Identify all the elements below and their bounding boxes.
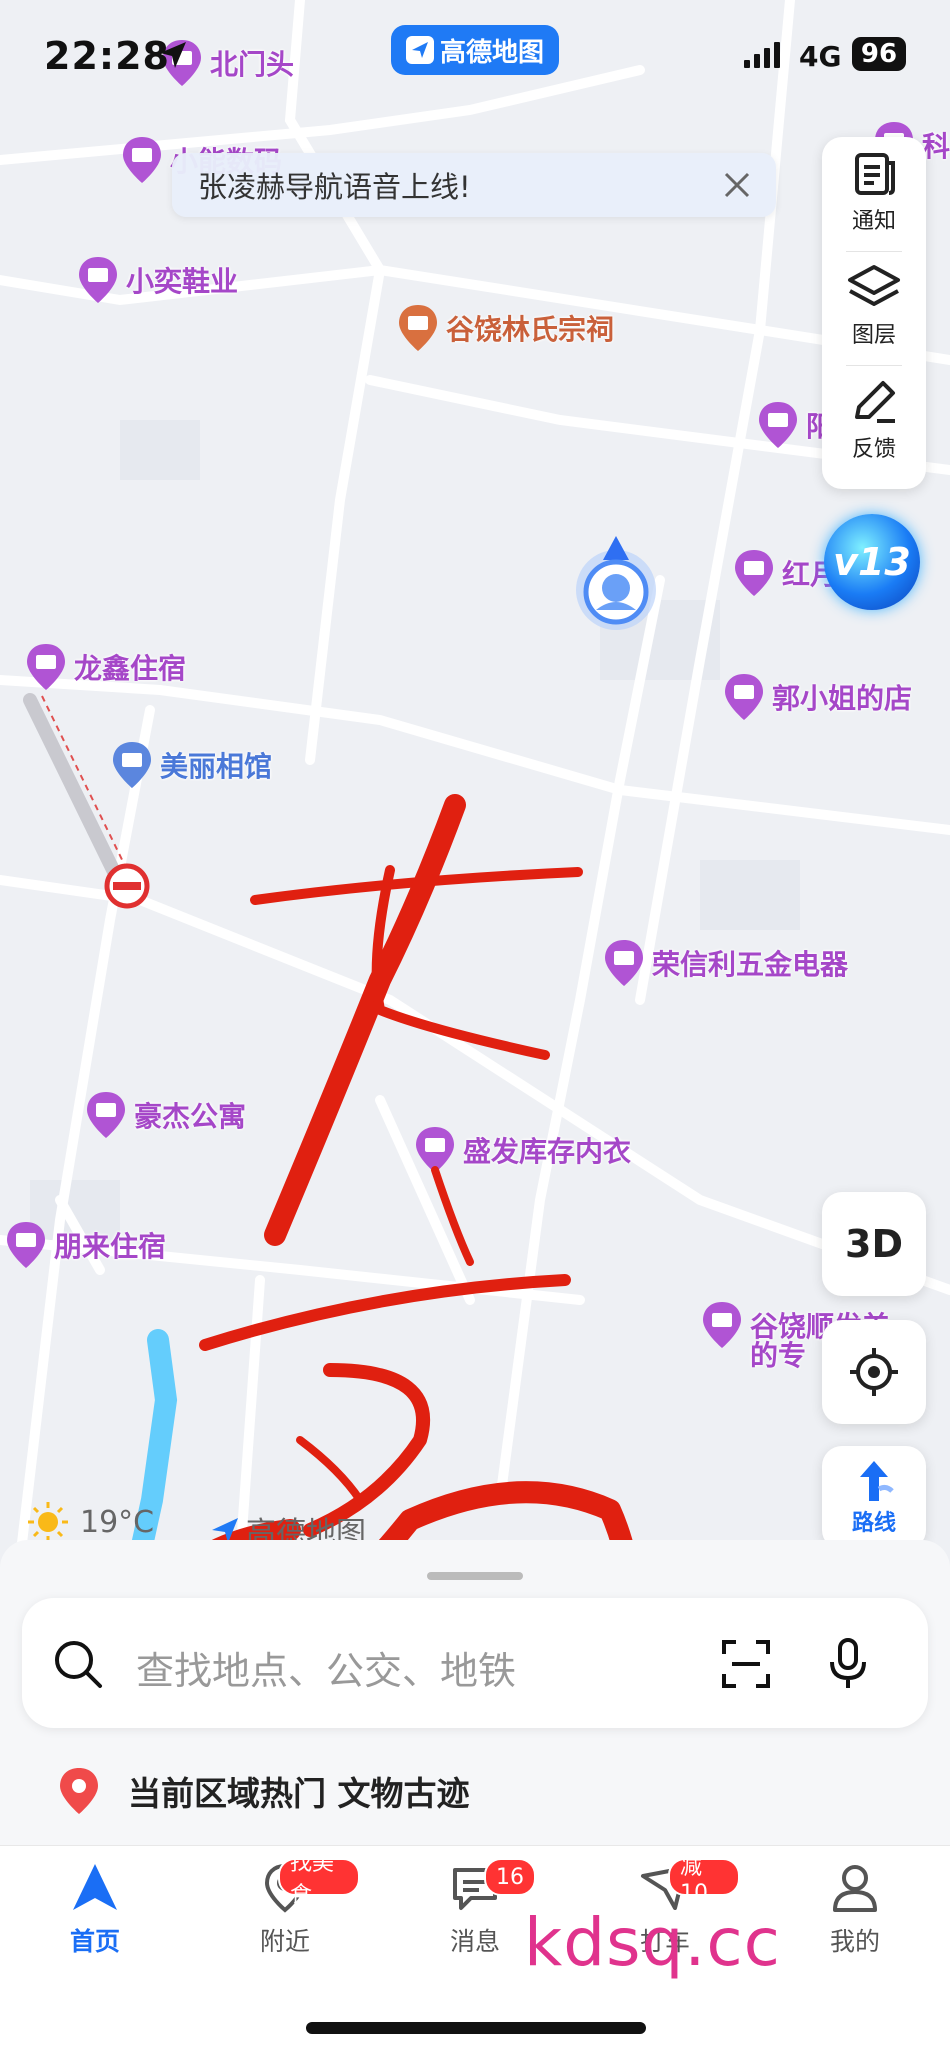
status-bar: 22:28 高德地图 4G 96 (0, 0, 950, 110)
tab-home[interactable]: 首页 (20, 1860, 170, 1958)
microphone-icon[interactable] (822, 1636, 874, 1692)
scan-icon[interactable] (720, 1638, 772, 1690)
profile-icon (833, 1865, 877, 1912)
tab-nearby-label: 附近 (259, 1927, 310, 1956)
weather-info: 19°C (26, 1500, 154, 1544)
network-type: 4G (799, 40, 842, 73)
status-time: 22:28 (44, 34, 170, 78)
tab-messages-label: 消息 (449, 1927, 500, 1956)
tab-mine-label: 我的 (829, 1927, 880, 1956)
tab-mine[interactable]: 我的 (780, 1860, 930, 1958)
weather-temp: 19°C (80, 1504, 155, 1540)
location-pin-icon (60, 1768, 98, 1814)
layers-button[interactable]: 图层 (822, 251, 926, 361)
feedback-button[interactable]: 反馈 (822, 365, 926, 475)
voice-notice-banner[interactable]: 张凌赫导航语音上线! (172, 153, 776, 217)
tab-home-label: 首页 (69, 1927, 120, 1956)
sheet-handle[interactable] (427, 1572, 523, 1580)
hot-area-text: 当前区域热门 文物古迹 (128, 1774, 470, 1813)
layers-label: 图层 (851, 323, 896, 348)
close-icon[interactable] (712, 160, 762, 210)
search-bar[interactable]: 查找地点、公交、地铁 (22, 1598, 928, 1728)
map-tool-panel: 通知 图层 反馈 (822, 137, 926, 489)
layers-icon (848, 265, 900, 306)
messages-badge: 16 (484, 1858, 536, 1896)
feedback-icon (855, 381, 895, 423)
notice-button[interactable]: 通知 (822, 137, 926, 247)
tab-nearby[interactable]: 附近 找美食 (210, 1851, 360, 1958)
app-pill-label: 高德地图 (439, 37, 544, 68)
battery-level: 96 (852, 37, 906, 71)
search-icon (55, 1641, 102, 1688)
locate-button[interactable] (822, 1320, 926, 1424)
search-input[interactable]: 查找地点、公交、地铁 (136, 1640, 516, 1695)
location-arrow-icon (160, 42, 186, 68)
route-button[interactable]: 路线 (822, 1446, 926, 1550)
sun-icon (28, 1502, 68, 1542)
feedback-label: 反馈 (851, 437, 896, 462)
notice-icon (855, 153, 895, 195)
route-label: 路线 (851, 1511, 896, 1536)
route-arrow-icon (860, 1461, 894, 1501)
notice-label: 通知 (851, 209, 896, 234)
app-return-pill[interactable]: 高德地图 (391, 25, 559, 75)
home-arrow-icon (73, 1864, 117, 1910)
watermark: kdsq.cc (524, 1904, 781, 1981)
taxi-badge: 减10 (668, 1855, 740, 1906)
3d-button[interactable]: 3D (822, 1192, 926, 1296)
crosshair-icon (850, 1348, 898, 1396)
amap-logo-icon (405, 36, 434, 64)
hot-area-row[interactable]: 当前区域热门 文物古迹 (52, 1764, 470, 1818)
home-indicator[interactable] (306, 2022, 646, 2034)
notice-text: 张凌赫导航语音上线! (198, 170, 471, 204)
signal-icon (744, 42, 780, 68)
level-badge[interactable]: v13 (824, 514, 920, 610)
nearby-badge: 找美食 (278, 1851, 360, 1908)
